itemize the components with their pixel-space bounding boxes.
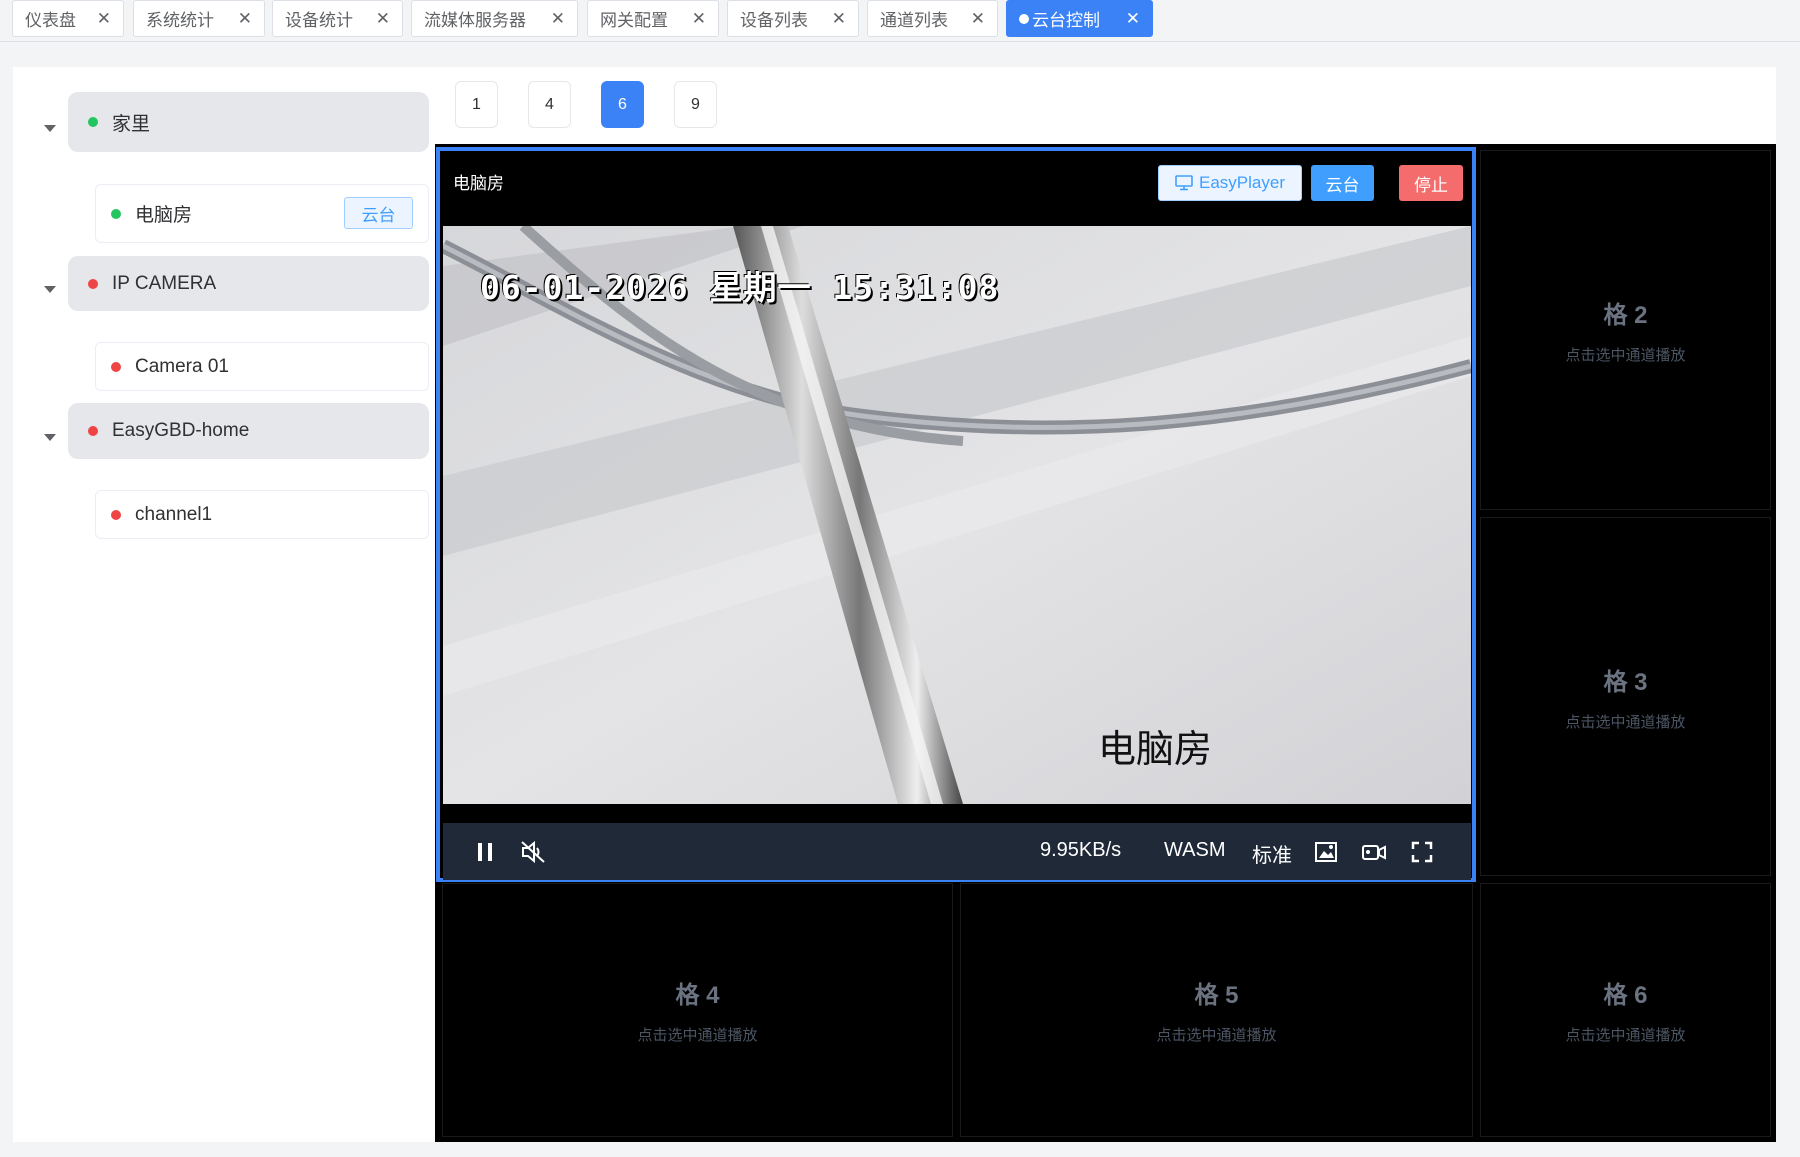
osd-timestamp: 06-01-2026 星期一 15:31:08: [480, 268, 1000, 307]
tree-channel-label: 电脑房: [135, 205, 193, 226]
tab-label: 云台控制: [1032, 11, 1100, 30]
tree-node-home[interactable]: 家里: [68, 92, 429, 152]
layout-6-button[interactable]: 6: [601, 81, 644, 128]
offline-dot-icon: [88, 426, 98, 436]
offline-dot-icon: [111, 361, 121, 372]
tree-channel-computer-room[interactable]: 电脑房 云台: [95, 184, 429, 243]
caret-down-icon[interactable]: [44, 125, 56, 132]
active-dot-icon: [1019, 13, 1029, 24]
tab-label: 网关配置: [600, 11, 668, 30]
close-icon[interactable]: ✕: [971, 10, 985, 27]
offline-dot-icon: [88, 278, 98, 289]
tab-media-servers[interactable]: 流媒体服务器 ✕: [411, 0, 578, 37]
tab-system-stats[interactable]: 系统统计 ✕: [133, 0, 265, 37]
mute-icon[interactable]: [519, 838, 547, 866]
caret-down-icon[interactable]: [44, 286, 56, 293]
video-grid: 电脑房 EasyPlayer 云台 停止 06-01-2026 星期一 15:3…: [435, 144, 1776, 1142]
tab-label: 通道列表: [880, 11, 948, 30]
main-panel: 1 4 6 9 电脑房 EasyPlayer 云台 停止 06-01-2026 …: [435, 67, 1776, 1142]
record-icon[interactable]: [1360, 838, 1388, 866]
easyplayer-label: EasyPlayer: [1199, 173, 1285, 192]
bitrate-readout: 9.95KB/s: [1040, 839, 1122, 861]
easyplayer-button[interactable]: EasyPlayer: [1158, 165, 1302, 201]
player-title: 电脑房: [453, 174, 504, 193]
close-icon[interactable]: ✕: [692, 10, 706, 27]
tree-node-label: EasyGBD-home: [112, 420, 250, 441]
tree-channel-label: Camera 01: [135, 355, 229, 377]
layout-1-button[interactable]: 1: [455, 81, 498, 128]
tree-channel-camera-01[interactable]: Camera 01: [95, 342, 429, 391]
quality-selector[interactable]: 标准: [1252, 839, 1292, 868]
tree-node-ip-camera[interactable]: IP CAMERA: [68, 256, 429, 311]
monitor-icon: [1175, 175, 1193, 191]
offline-dot-icon: [111, 509, 121, 520]
tree-channel-label: channel1: [135, 503, 213, 525]
tab-dashboard[interactable]: 仪表盘 ✕: [12, 0, 124, 37]
tab-device-stats[interactable]: 设备统计 ✕: [272, 0, 403, 37]
video-image: [443, 226, 1471, 804]
cell-name: 格 5: [1194, 982, 1239, 1009]
ptz-button[interactable]: 云台: [1311, 165, 1374, 201]
cell-name: 格 4: [675, 982, 720, 1009]
online-dot-icon: [111, 208, 121, 219]
screenshot-icon[interactable]: [1312, 838, 1340, 866]
video-frame[interactable]: 06-01-2026 星期一 15:31:08 电脑房: [443, 226, 1471, 804]
stop-button[interactable]: 停止: [1399, 165, 1463, 201]
tab-label: 系统统计: [146, 11, 214, 30]
cell-name: 格 6: [1603, 982, 1648, 1009]
pause-icon[interactable]: [471, 838, 499, 866]
video-cell-5[interactable]: 格 5 点击选中通道播放: [960, 883, 1473, 1137]
video-cell-6[interactable]: 格 6 点击选中通道播放: [1480, 883, 1771, 1137]
tree-node-label: 家里: [112, 113, 151, 135]
fullscreen-icon[interactable]: [1408, 838, 1436, 866]
close-icon[interactable]: ✕: [1126, 10, 1140, 27]
cell-name: 格 2: [1603, 302, 1648, 329]
cell-hint: 点击选中通道播放: [1565, 347, 1686, 364]
cell-hint: 点击选中通道播放: [1156, 1027, 1277, 1044]
tab-bar: 仪表盘 ✕ 系统统计 ✕ 设备统计 ✕ 流媒体服务器 ✕ 网关配置 ✕ 设备列表…: [0, 0, 1800, 42]
osd-channel-name: 电脑房: [1098, 729, 1213, 771]
tab-label: 仪表盘: [25, 11, 76, 30]
online-dot-icon: [88, 117, 98, 127]
tab-label: 设备列表: [740, 11, 808, 30]
tab-gateway-config[interactable]: 网关配置 ✕: [587, 0, 719, 37]
video-cell-2[interactable]: 格 2 点击选中通道播放: [1480, 150, 1771, 510]
cell-name: 格 3: [1603, 668, 1648, 696]
cell-hint: 点击选中通道播放: [1565, 713, 1686, 731]
decoder-mode[interactable]: WASM: [1164, 839, 1225, 862]
tree-channel-channel1[interactable]: channel1: [95, 490, 429, 539]
layout-selector: 1 4 6 9: [435, 67, 1776, 144]
player-controls: 9.95KB/s WASM 标准: [443, 823, 1471, 880]
video-cell-4[interactable]: 格 4 点击选中通道播放: [442, 883, 953, 1137]
close-icon[interactable]: ✕: [551, 10, 565, 27]
ptz-tag[interactable]: 云台: [344, 197, 413, 229]
video-cell-3[interactable]: 格 3 点击选中通道播放: [1480, 517, 1771, 876]
caret-down-icon[interactable]: [44, 434, 56, 441]
tab-label: 流媒体服务器: [424, 11, 526, 30]
layout-9-button[interactable]: 9: [674, 81, 717, 128]
tree-node-label: IP CAMERA: [112, 272, 217, 294]
tab-label: 设备统计: [285, 11, 353, 30]
tab-ptz-control[interactable]: 云台控制 ✕: [1006, 0, 1153, 37]
tab-device-list[interactable]: 设备列表 ✕: [727, 0, 859, 37]
layout-4-button[interactable]: 4: [528, 81, 571, 128]
cell-hint: 点击选中通道播放: [1565, 1027, 1686, 1044]
cell-hint: 点击选中通道播放: [637, 1027, 758, 1044]
close-icon[interactable]: ✕: [376, 10, 390, 27]
close-icon[interactable]: ✕: [238, 10, 252, 27]
close-icon[interactable]: ✕: [97, 10, 111, 27]
close-icon[interactable]: ✕: [832, 10, 846, 27]
device-tree: 家里 电脑房 云台 IP CAMERA Camera 01 EasyGBD-ho…: [13, 67, 435, 1142]
tab-channel-list[interactable]: 通道列表 ✕: [867, 0, 998, 37]
video-player-cell-1[interactable]: 电脑房 EasyPlayer 云台 停止 06-01-2026 星期一 15:3…: [436, 147, 1476, 882]
tree-node-easygbd-home[interactable]: EasyGBD-home: [68, 403, 429, 459]
